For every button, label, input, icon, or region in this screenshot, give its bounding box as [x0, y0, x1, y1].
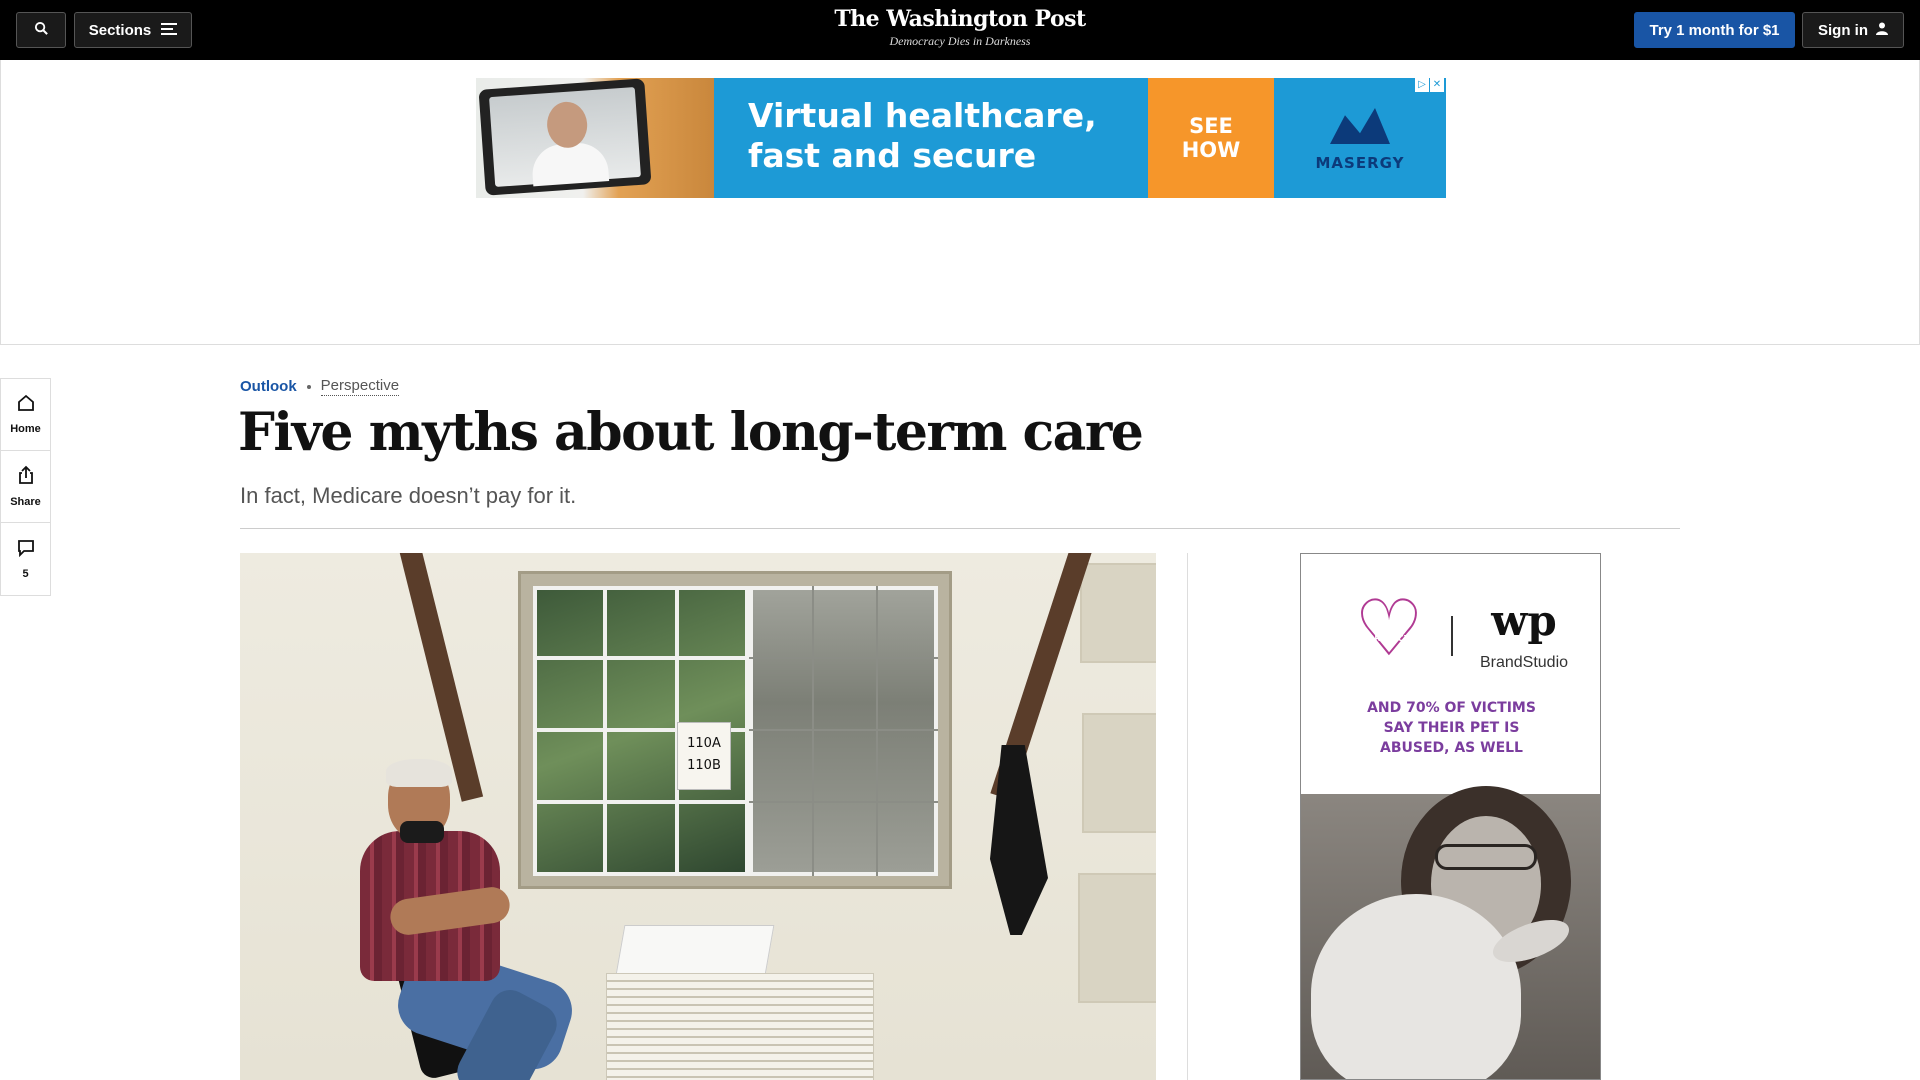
window: 110A 110B	[518, 571, 952, 889]
rail-share-label: Share	[10, 496, 41, 508]
wall-panel	[1082, 713, 1156, 833]
rail-home-button[interactable]: Home	[1, 379, 50, 451]
air-conditioner	[606, 973, 874, 1080]
sidebar-ad-purple-leash[interactable]: ♡ PURPLE LEASH PROJECT wp BrandStudio AN…	[1300, 553, 1601, 1080]
section-link-outlook[interactable]: Outlook	[240, 378, 297, 395]
wp-logo: wp	[1491, 596, 1557, 645]
sections-label: Sections	[88, 21, 152, 39]
sign-in-label: Sign in	[1818, 21, 1868, 39]
masthead[interactable]: The Washington Post Democracy Dies in Da…	[760, 6, 1160, 49]
adchoices-icon[interactable]: ▷	[1415, 78, 1429, 92]
tablet-illustration	[478, 78, 652, 196]
header-divider	[240, 528, 1680, 529]
perspective-label[interactable]: Perspective	[320, 377, 400, 396]
share-icon	[17, 465, 35, 490]
article-headline: Five myths about long-term care	[238, 402, 1144, 463]
adchoices[interactable]: ▷ ✕	[1415, 78, 1444, 92]
search-button[interactable]	[16, 12, 66, 48]
article-subheadline: In fact, Medicare doesn’t pay for it.	[240, 483, 577, 508]
sign-in-button[interactable]: Sign in	[1802, 12, 1904, 48]
tagline: Democracy Dies in Darkness	[889, 34, 1031, 48]
virtual-healthcare-ad[interactable]: Virtual healthcare, fast and secure SEE …	[476, 78, 1446, 198]
rail-comments-button[interactable]: 5	[1, 523, 50, 595]
sections-button[interactable]: Sections	[74, 12, 192, 48]
rail-comments-count: 5	[22, 567, 29, 580]
article-kicker: Outlook Perspective	[240, 377, 400, 396]
ad-headline: Virtual healthcare, fast and secure	[748, 96, 1097, 175]
subscribe-trial-button[interactable]: Try 1 month for $1	[1634, 12, 1795, 48]
masergy-logo-icon	[1330, 108, 1390, 144]
column-divider	[1187, 553, 1188, 1080]
ad-see-how-button[interactable]: SEE HOW	[1148, 78, 1274, 198]
search-icon	[34, 21, 49, 40]
kicker-separator	[306, 384, 311, 389]
person-icon	[1876, 22, 1888, 39]
rail-share-button[interactable]: Share	[1, 451, 50, 523]
top-ad-container: Virtual healthcare, fast and secure SEE …	[0, 60, 1920, 345]
lamb	[1311, 894, 1521, 1079]
left-utility-rail: Home Share 5	[0, 378, 51, 596]
ad-brand-logo: MASERGY	[1274, 78, 1446, 198]
purple-leash-logo-text: PURPLE LEASH PROJECT	[1367, 616, 1411, 643]
rail-home-label: Home	[10, 423, 41, 435]
room-number-sign: 110A 110B	[677, 722, 731, 790]
sidebar-ad-copy: AND 70% OF VICTIMS SAY THEIR PET IS ABUS…	[1367, 700, 1536, 756]
top-navigation-bar: Sections The Washington Post Democracy D…	[0, 0, 1920, 60]
ad-photo-doctor-tablet	[476, 78, 714, 198]
ad-close-icon[interactable]: ✕	[1430, 78, 1444, 92]
washington-post-logo[interactable]: The Washington Post	[760, 6, 1160, 32]
lead-photo[interactable]: 110A 110B	[240, 553, 1156, 1080]
wall-panel	[1080, 563, 1156, 663]
wall-panel	[1078, 873, 1156, 1003]
menu-icon	[161, 22, 178, 39]
home-icon	[17, 394, 35, 417]
comment-icon	[17, 539, 35, 562]
logo-divider	[1451, 616, 1453, 656]
papers-on-ac	[615, 925, 775, 975]
sidebar-ad-photo	[1301, 786, 1600, 1079]
brandstudio-label: BrandStudio	[1479, 654, 1569, 671]
